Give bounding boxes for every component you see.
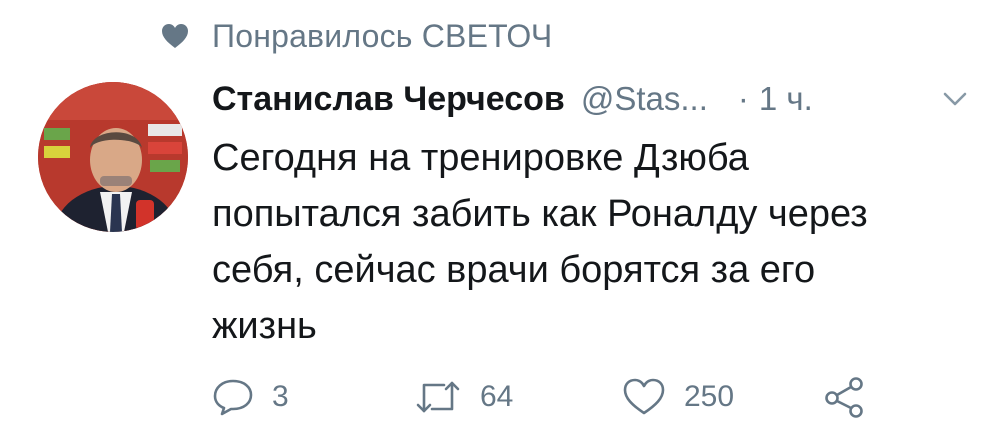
tweet-header: Станислав Черчесов @Stas... · 1 ч.: [212, 76, 982, 122]
separator-dot: ·: [737, 80, 749, 117]
reply-button[interactable]: 3: [212, 372, 289, 422]
heart-icon: [160, 21, 190, 51]
share-icon: [822, 376, 868, 418]
share-button[interactable]: [822, 372, 868, 422]
social-context: Понравилось СВЕТОЧ: [160, 14, 552, 58]
tweet-time[interactable]: 1 ч.: [759, 80, 813, 118]
tweet-text-line: себя, сейчас врачи борятся за его: [212, 249, 816, 291]
author-name[interactable]: Станислав Черчесов: [212, 80, 565, 119]
tweet-actions: 3 64 250: [212, 372, 972, 422]
tweet-text-line: попытался забить как Роналду через: [212, 193, 868, 235]
social-context-label[interactable]: Понравилось СВЕТОЧ: [212, 18, 552, 55]
tweet-text: Сегодня на тренировке Дзюба попытался за…: [212, 130, 972, 354]
retweet-button[interactable]: 64: [414, 372, 513, 422]
tweet-text-line: Сегодня на тренировке Дзюба: [212, 137, 749, 179]
reply-count: 3: [272, 380, 289, 413]
like-count: 250: [684, 380, 735, 413]
retweet-count: 64: [480, 380, 514, 413]
reply-icon: [212, 377, 254, 417]
like-icon: [622, 377, 666, 417]
chevron-down-icon[interactable]: [942, 88, 968, 110]
author-handle[interactable]: @Stas...: [581, 80, 708, 118]
tweet-text-line: жизнь: [212, 305, 317, 347]
like-button[interactable]: 250: [622, 372, 734, 422]
retweet-icon: [414, 377, 462, 417]
avatar[interactable]: [38, 82, 188, 232]
